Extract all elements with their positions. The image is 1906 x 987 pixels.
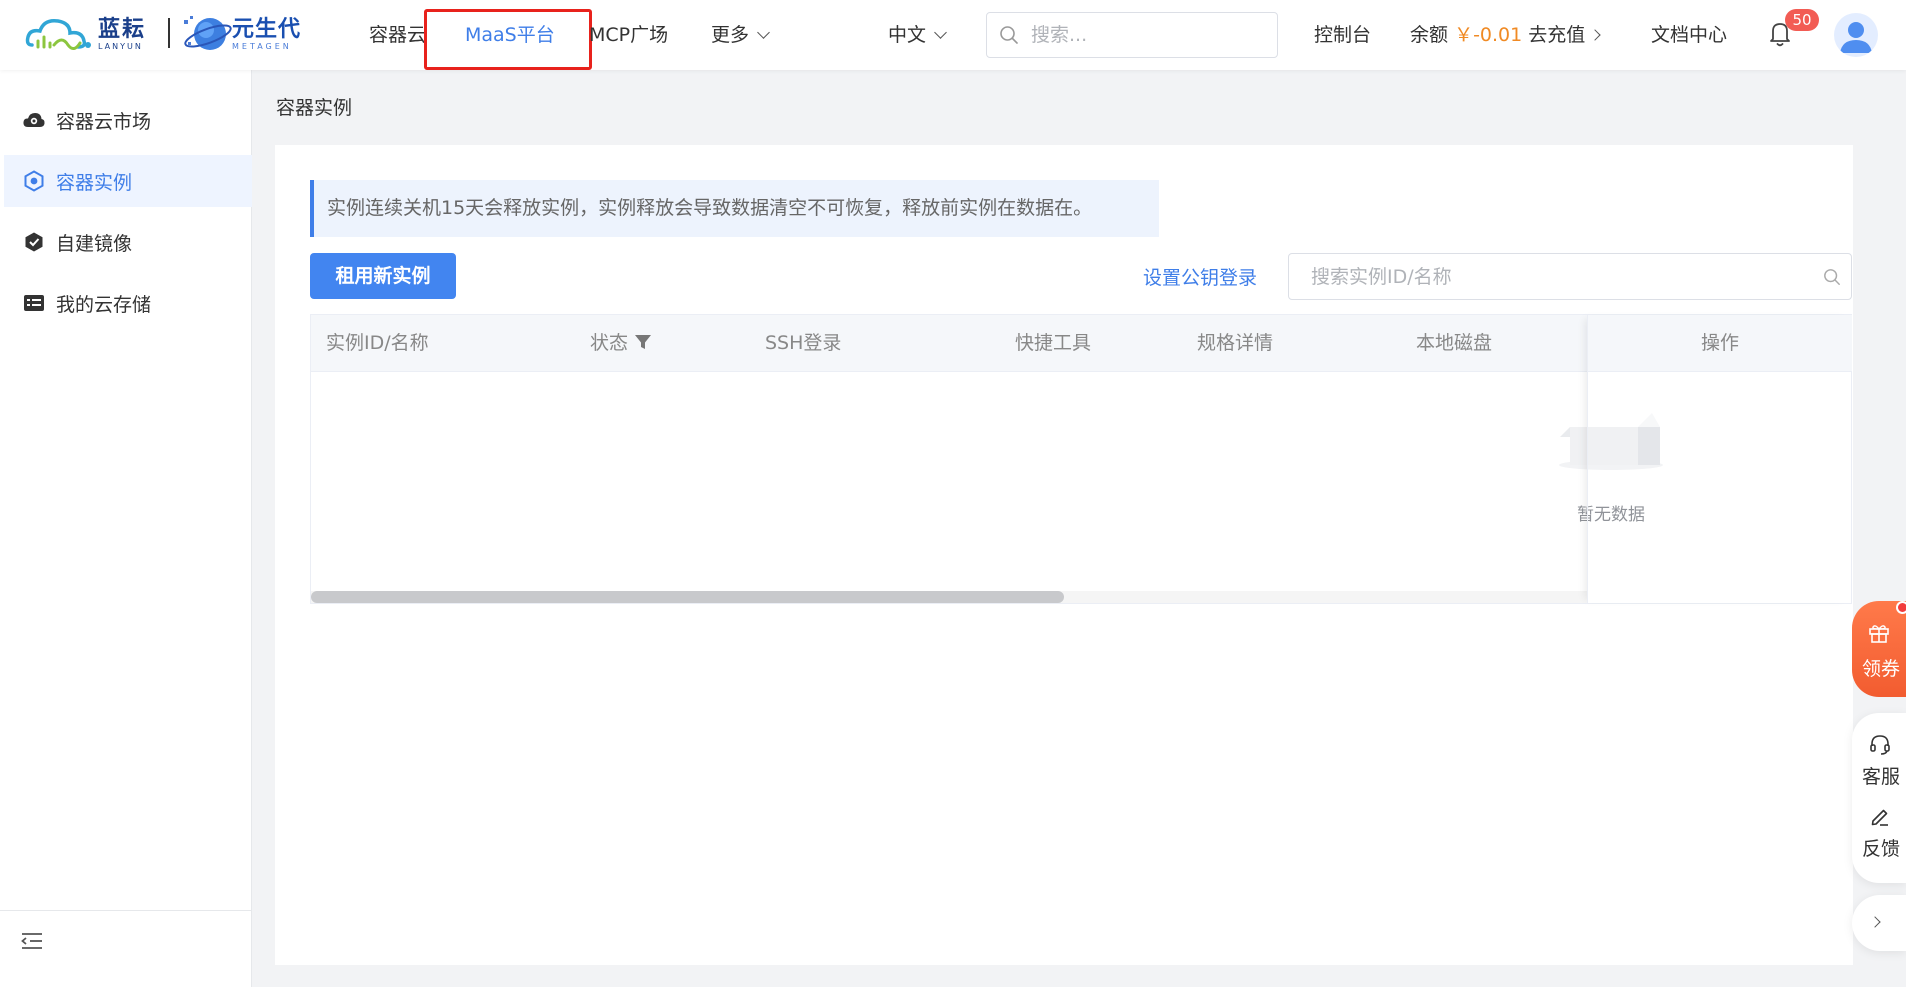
notification-badge: 50 (1785, 9, 1819, 31)
chevron-down-icon (757, 26, 770, 39)
service-float-panel: 客服 反馈 (1852, 713, 1906, 883)
nav-more[interactable]: 更多 (711, 22, 770, 48)
column-header-status[interactable]: 状态 (590, 315, 652, 372)
lanyun-logo-text: 蓝耘 (98, 17, 147, 42)
gift-icon (1869, 625, 1889, 643)
lanyun-logo-subtext: LANYUN (98, 42, 143, 51)
coupon-float-button[interactable]: 领券 (1852, 601, 1906, 697)
console-link[interactable]: 控制台 (1314, 22, 1371, 48)
page-title: 容器实例 (276, 97, 353, 119)
global-search-input[interactable] (1031, 24, 1261, 46)
column-header-tools: 快捷工具 (1015, 332, 1092, 354)
customer-service-label[interactable]: 客服 (1856, 762, 1906, 789)
release-warning-alert: 实例连续关机15天会释放实例，实例释放会导致数据清空不可恢复，释放前实例在数据在… (310, 180, 1159, 237)
rent-new-instance-button[interactable]: 租用新实例 (310, 253, 456, 299)
fixed-actions-column: 操作 (1587, 315, 1852, 603)
nav-mcp-square[interactable]: MCP广场 (589, 22, 668, 48)
language-select[interactable]: 中文 (888, 22, 947, 48)
cloud-market-icon (22, 108, 46, 132)
balance-area[interactable]: 余额 ￥-0.01 去充值 (1410, 22, 1601, 48)
instance-search[interactable] (1288, 253, 1852, 300)
coupon-label: 领券 (1861, 658, 1900, 680)
column-header-id-name: 实例ID/名称 (326, 332, 429, 354)
instance-table: 实例ID/名称 状态 SSH登录 快捷工具 规格详情 本地磁盘 暂无数据 操作 (310, 314, 1852, 604)
sidebar-item-container-instance[interactable]: 容器实例 (4, 155, 252, 207)
sidebar-item-label: 容器云市场 (56, 110, 152, 133)
search-icon (1000, 26, 1018, 44)
float-expand-button[interactable] (1852, 895, 1906, 951)
sidebar-item-label: 自建镜像 (56, 232, 133, 255)
balance-value: ￥-0.01 (1454, 24, 1523, 46)
lanyun-logo[interactable]: 蓝耘 LANYUN (24, 12, 146, 58)
sidebar-item-container-market[interactable]: 容器云市场 (4, 94, 252, 146)
column-header-ssh: SSH登录 (765, 332, 842, 354)
metagen-logo[interactable]: 元生代 METAGEN (182, 12, 301, 58)
chevron-right-icon (1869, 916, 1881, 928)
edit-pen-icon[interactable] (1869, 805, 1891, 827)
instance-search-input[interactable] (1289, 265, 1789, 288)
recharge-link[interactable]: 去充值 (1528, 24, 1585, 46)
lanyun-cloud-icon (25, 18, 91, 50)
nav-maas-platform[interactable]: MaaS平台 (465, 22, 555, 48)
custom-image-icon (22, 230, 46, 254)
headset-icon[interactable] (1869, 733, 1891, 755)
logo-divider (168, 18, 170, 48)
user-avatar[interactable] (1834, 13, 1878, 57)
feedback-label[interactable]: 反馈 (1856, 834, 1906, 861)
global-search[interactable] (986, 12, 1278, 58)
column-header-actions: 操作 (1588, 315, 1852, 372)
balance-label: 余额 (1410, 24, 1449, 46)
nav-container-cloud[interactable]: 容器云 (369, 22, 426, 48)
sidebar-item-label: 我的云存储 (56, 293, 152, 316)
sidebar-item-cloud-storage[interactable]: 我的云存储 (4, 277, 252, 329)
set-public-key-link[interactable]: 设置公钥登录 (1143, 263, 1257, 290)
cloud-storage-icon (22, 291, 46, 315)
chevron-right-icon (1589, 29, 1601, 41)
top-header: 蓝耘 LANYUN 元生代 METAGEN 容器云 MaaS平台 MCP广场 更… (0, 0, 1906, 70)
sidebar-item-custom-image[interactable]: 自建镜像 (4, 216, 252, 268)
coupon-red-dot (1896, 601, 1906, 614)
metagen-logo-subtext: METAGEN (232, 42, 292, 51)
horizontal-scrollbar-thumb[interactable] (311, 591, 1064, 603)
nav-more-label: 更多 (711, 24, 750, 46)
sidebar-divider (0, 910, 252, 911)
sidebar-item-label: 容器实例 (56, 171, 133, 194)
chevron-down-icon (934, 26, 947, 39)
filter-icon[interactable] (634, 333, 652, 351)
search-icon[interactable] (1823, 268, 1841, 286)
sidebar-collapse-icon[interactable] (20, 930, 44, 952)
metagen-planet-icon (184, 16, 232, 50)
container-instance-icon (22, 169, 46, 193)
column-header-status-label: 状态 (590, 332, 629, 354)
metagen-logo-text: 元生代 (232, 17, 302, 42)
docs-center-link[interactable]: 文档中心 (1651, 22, 1727, 48)
column-header-disk: 本地磁盘 (1416, 332, 1493, 354)
sidebar: 容器云市场 容器实例 自建镜像 我的云存储 (0, 70, 252, 987)
user-avatar-icon (1840, 22, 1872, 53)
column-header-spec: 规格详情 (1197, 332, 1274, 354)
language-label: 中文 (888, 24, 927, 46)
